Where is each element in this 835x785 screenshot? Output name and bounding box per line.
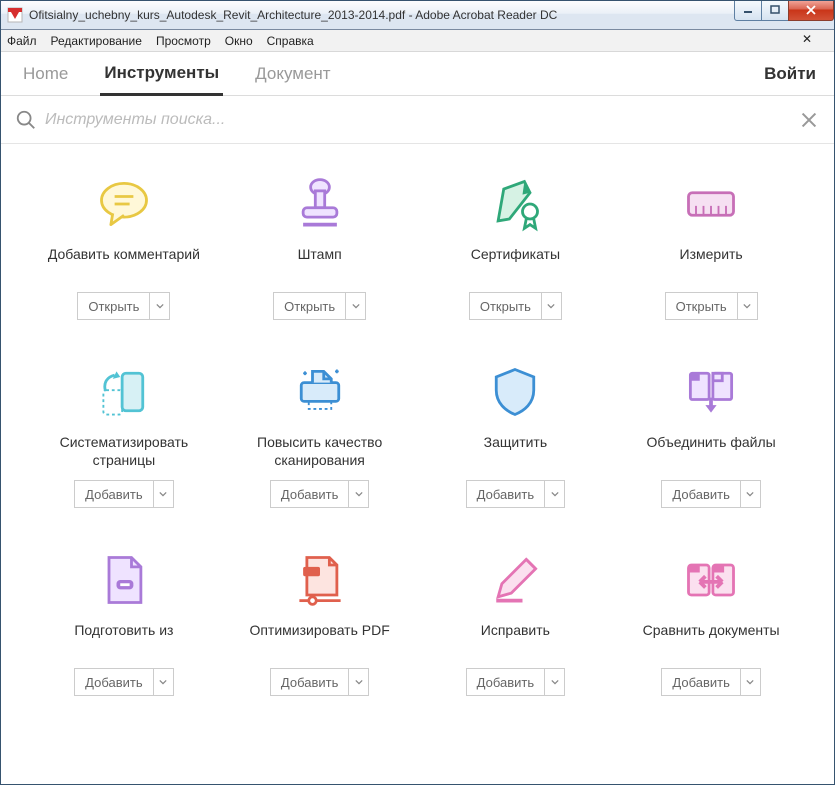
menubar: Файл Редактирование Просмотр Окно Справк… (1, 30, 834, 52)
chevron-down-icon[interactable] (348, 669, 368, 695)
combine-files-icon (679, 360, 743, 424)
window-controls (735, 1, 834, 21)
search-icon (15, 109, 37, 131)
card-protect: Защитить Добавить (423, 360, 609, 508)
close-button[interactable] (788, 1, 834, 21)
maximize-button[interactable] (761, 1, 789, 21)
card-title: Добавить комментарий (48, 246, 200, 282)
card-action-button[interactable]: Добавить (466, 668, 565, 696)
chevron-down-icon[interactable] (149, 293, 169, 319)
content-wrap: Добавить комментарий Открыть Штамп Откры… (1, 144, 834, 784)
card-action-button[interactable]: Добавить (74, 668, 173, 696)
card-action-button[interactable]: Добавить (661, 668, 760, 696)
tab-tools[interactable]: Инструменты (100, 52, 223, 96)
card-action-button[interactable]: Открыть (273, 292, 366, 320)
card-combine: Объединить файлы Добавить (618, 360, 804, 508)
clear-search-icon[interactable] (798, 109, 820, 131)
menu-window[interactable]: Окно (225, 34, 253, 48)
ruler-icon (679, 172, 743, 236)
card-enhance: Повысить качество сканирования Добавить (227, 360, 413, 508)
card-action-button[interactable]: Добавить (270, 480, 369, 508)
edit-icon (483, 548, 547, 612)
card-title: Сравнить документы (643, 622, 780, 658)
card-fix: Исправить Добавить (423, 548, 609, 696)
card-prepare: Подготовить из Добавить (31, 548, 217, 696)
chevron-down-icon[interactable] (541, 293, 561, 319)
tab-home[interactable]: Home (19, 52, 72, 95)
card-optimize: Оптимизировать PDF Добавить (227, 548, 413, 696)
compare-icon (679, 548, 743, 612)
card-title: Штамп (298, 246, 342, 282)
search-input[interactable] (45, 111, 798, 129)
chevron-down-icon[interactable] (740, 669, 760, 695)
card-compare: Сравнить документы Добавить (618, 548, 804, 696)
comment-icon (92, 172, 156, 236)
app-icon (7, 7, 23, 23)
menu-view[interactable]: Просмотр (156, 34, 211, 48)
card-title: Сертификаты (471, 246, 560, 282)
card-title: Подготовить из (74, 622, 173, 658)
card-action-button[interactable]: Открыть (469, 292, 562, 320)
prepare-form-icon (92, 548, 156, 612)
card-title: Измерить (680, 246, 743, 282)
chevron-down-icon[interactable] (544, 481, 564, 507)
card-action-button[interactable]: Добавить (74, 480, 173, 508)
card-comment: Добавить комментарий Открыть (31, 172, 217, 320)
card-action-button[interactable]: Открыть (77, 292, 170, 320)
shield-icon (483, 360, 547, 424)
card-action-button[interactable]: Добавить (466, 480, 565, 508)
menu-edit[interactable]: Редактирование (51, 34, 142, 48)
menu-file[interactable]: Файл (7, 34, 37, 48)
card-stamp: Штамп Открыть (227, 172, 413, 320)
chevron-down-icon[interactable] (348, 481, 368, 507)
card-action-button[interactable]: Добавить (270, 668, 369, 696)
card-title: Систематизировать страницы (31, 434, 217, 470)
login-link[interactable]: Войти (764, 52, 816, 95)
menu-help[interactable]: Справка (267, 34, 314, 48)
card-measure: Измерить Открыть (618, 172, 804, 320)
card-title: Повысить качество сканирования (227, 434, 413, 470)
searchbar (1, 96, 834, 144)
enhance-scan-icon (288, 360, 352, 424)
card-action-button[interactable]: Добавить (661, 480, 760, 508)
organize-pages-icon (92, 360, 156, 424)
card-action-button[interactable]: Открыть (665, 292, 758, 320)
card-title: Объединить файлы (647, 434, 776, 470)
chevron-down-icon[interactable] (345, 293, 365, 319)
titlebar[interactable]: Ofitsialny_uchebny_kurs_Autodesk_Revit_A… (1, 1, 834, 30)
card-title: Оптимизировать PDF (249, 622, 389, 658)
minimize-button[interactable] (734, 1, 762, 21)
card-organize: Систематизировать страницы Добавить (31, 360, 217, 508)
window-title: Ofitsialny_uchebny_kurs_Autodesk_Revit_A… (29, 8, 735, 22)
nav-tabs: Home Инструменты Документ Войти (1, 52, 834, 96)
card-certs: Сертификаты Открыть (423, 172, 609, 320)
card-title: Исправить (481, 622, 550, 658)
card-title: Защитить (484, 434, 548, 470)
chevron-down-icon[interactable] (153, 669, 173, 695)
document-close-icon[interactable]: ✕ (802, 32, 812, 46)
certificate-icon (483, 172, 547, 236)
chevron-down-icon[interactable] (153, 481, 173, 507)
chevron-down-icon[interactable] (740, 481, 760, 507)
stamp-icon (288, 172, 352, 236)
chevron-down-icon[interactable] (737, 293, 757, 319)
app-window: Ofitsialny_uchebny_kurs_Autodesk_Revit_A… (0, 0, 835, 785)
tools-grid[interactable]: Добавить комментарий Открыть Штамп Откры… (1, 144, 834, 784)
tab-document[interactable]: Документ (251, 52, 334, 95)
optimize-pdf-icon (288, 548, 352, 612)
chevron-down-icon[interactable] (544, 669, 564, 695)
